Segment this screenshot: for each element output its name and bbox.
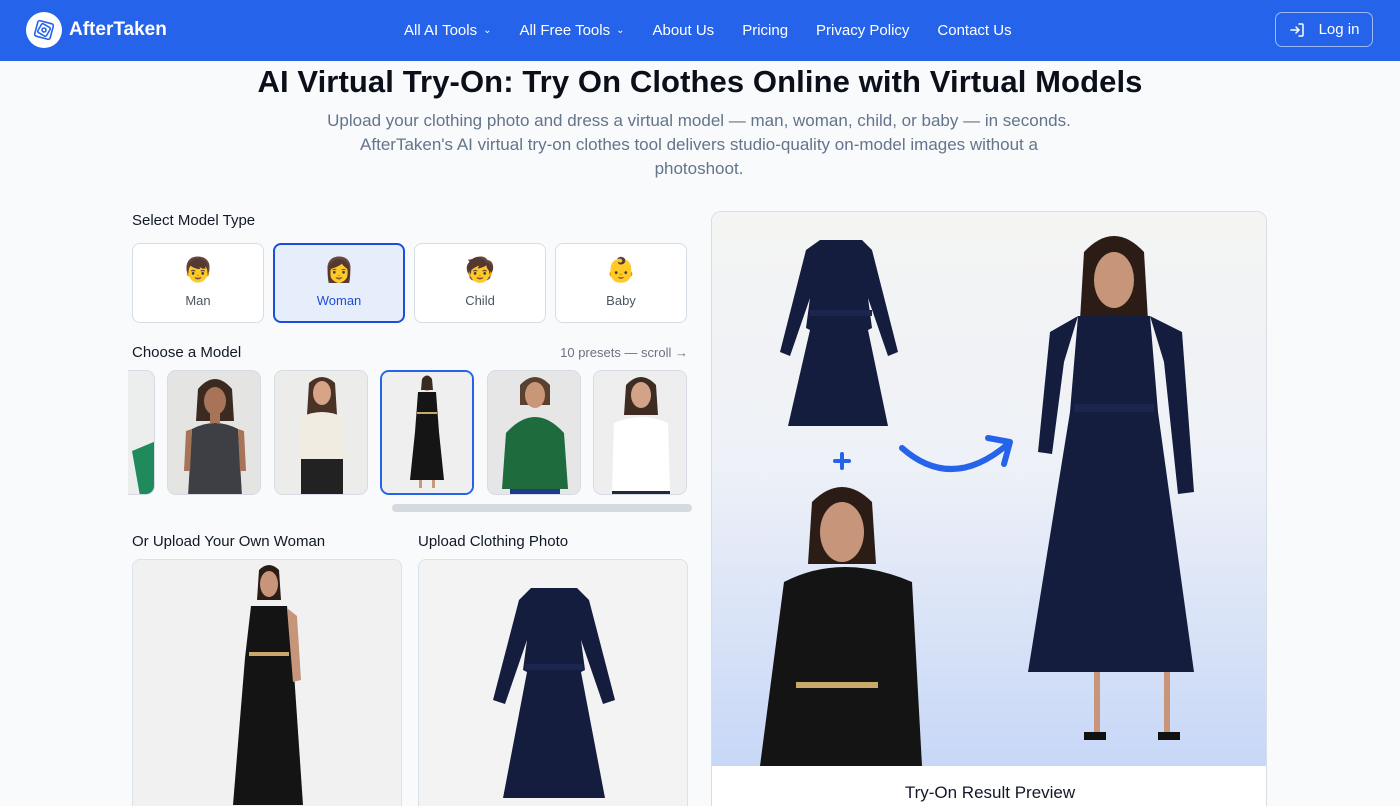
nav-pricing[interactable]: Pricing [742, 22, 788, 39]
chevron-down-icon: ⌄ [616, 25, 625, 36]
child-icon: 🧒 [465, 257, 495, 284]
baby-icon: 👶 [606, 257, 636, 284]
model-preset-2[interactable] [167, 370, 261, 495]
model-type-child[interactable]: 🧒 Child [414, 243, 546, 323]
preview-caption: Try-On Result Preview [904, 783, 1076, 802]
model-preset-6[interactable] [593, 370, 687, 495]
model-preset-5[interactable] [487, 370, 581, 495]
page-title: AI Virtual Try-On: Try On Clothes Online… [257, 64, 1143, 99]
man-icon: 👦 [183, 257, 213, 284]
nav-links: All AI Tools ⌄ All Free Tools ⌄ About Us P… [404, 0, 1040, 61]
nav-about-us[interactable]: About Us [652, 22, 714, 39]
model-type-baby[interactable]: 👶 Baby [555, 243, 687, 323]
woman-icon: 👩 [324, 257, 354, 284]
model-preset-4-selected[interactable] [380, 370, 474, 495]
brand-logo-icon [26, 12, 62, 48]
nav-all-ai-tools[interactable]: All AI Tools ⌄ [404, 22, 492, 39]
model-type-selector: 👦 Man 👩 Woman 🧒 Child 👶 Baby [132, 243, 688, 323]
presets-scroll-hint: 10 presets — scroll → [560, 345, 688, 360]
try-on-preview-panel: Try-On Result Preview [711, 211, 1267, 806]
login-button[interactable]: Log in [1275, 12, 1373, 47]
model-type-woman[interactable]: 👩 Woman [273, 243, 405, 323]
model-preset-1[interactable] [128, 370, 155, 495]
brand[interactable]: AfterTaken [26, 12, 167, 48]
upload-clothing-label: Upload Clothing Photo [418, 533, 569, 550]
login-icon [1289, 22, 1304, 37]
try-on-preview-image [712, 212, 1266, 766]
top-nav-bar: AfterTaken All AI Tools ⌄ All Free Tools ⌄… [0, 0, 1400, 61]
nav-privacy-policy[interactable]: Privacy Policy [816, 22, 909, 39]
upload-model-dropzone[interactable] [132, 559, 402, 806]
upload-clothing-dropzone[interactable] [418, 559, 688, 806]
nav-contact-us[interactable]: Contact Us [937, 22, 1011, 39]
model-carousel-scrollbar[interactable] [392, 504, 692, 512]
model-preset-carousel[interactable] [128, 370, 692, 496]
brand-name: AfterTaken [69, 19, 167, 40]
model-preset-3[interactable] [274, 370, 368, 495]
uploaded-model-image [133, 560, 401, 806]
model-type-label: Select Model Type [132, 212, 256, 229]
choose-model-label: Choose a Model [132, 344, 242, 361]
nav-all-free-tools[interactable]: All Free Tools ⌄ [520, 22, 625, 39]
upload-model-label: Or Upload Your Own Woman [132, 533, 326, 550]
page-subtitle: Upload your clothing photo and dress a v… [327, 111, 1071, 178]
uploaded-clothing-image [419, 560, 687, 806]
model-type-man[interactable]: 👦 Man [132, 243, 264, 323]
chevron-down-icon: ⌄ [483, 25, 492, 36]
